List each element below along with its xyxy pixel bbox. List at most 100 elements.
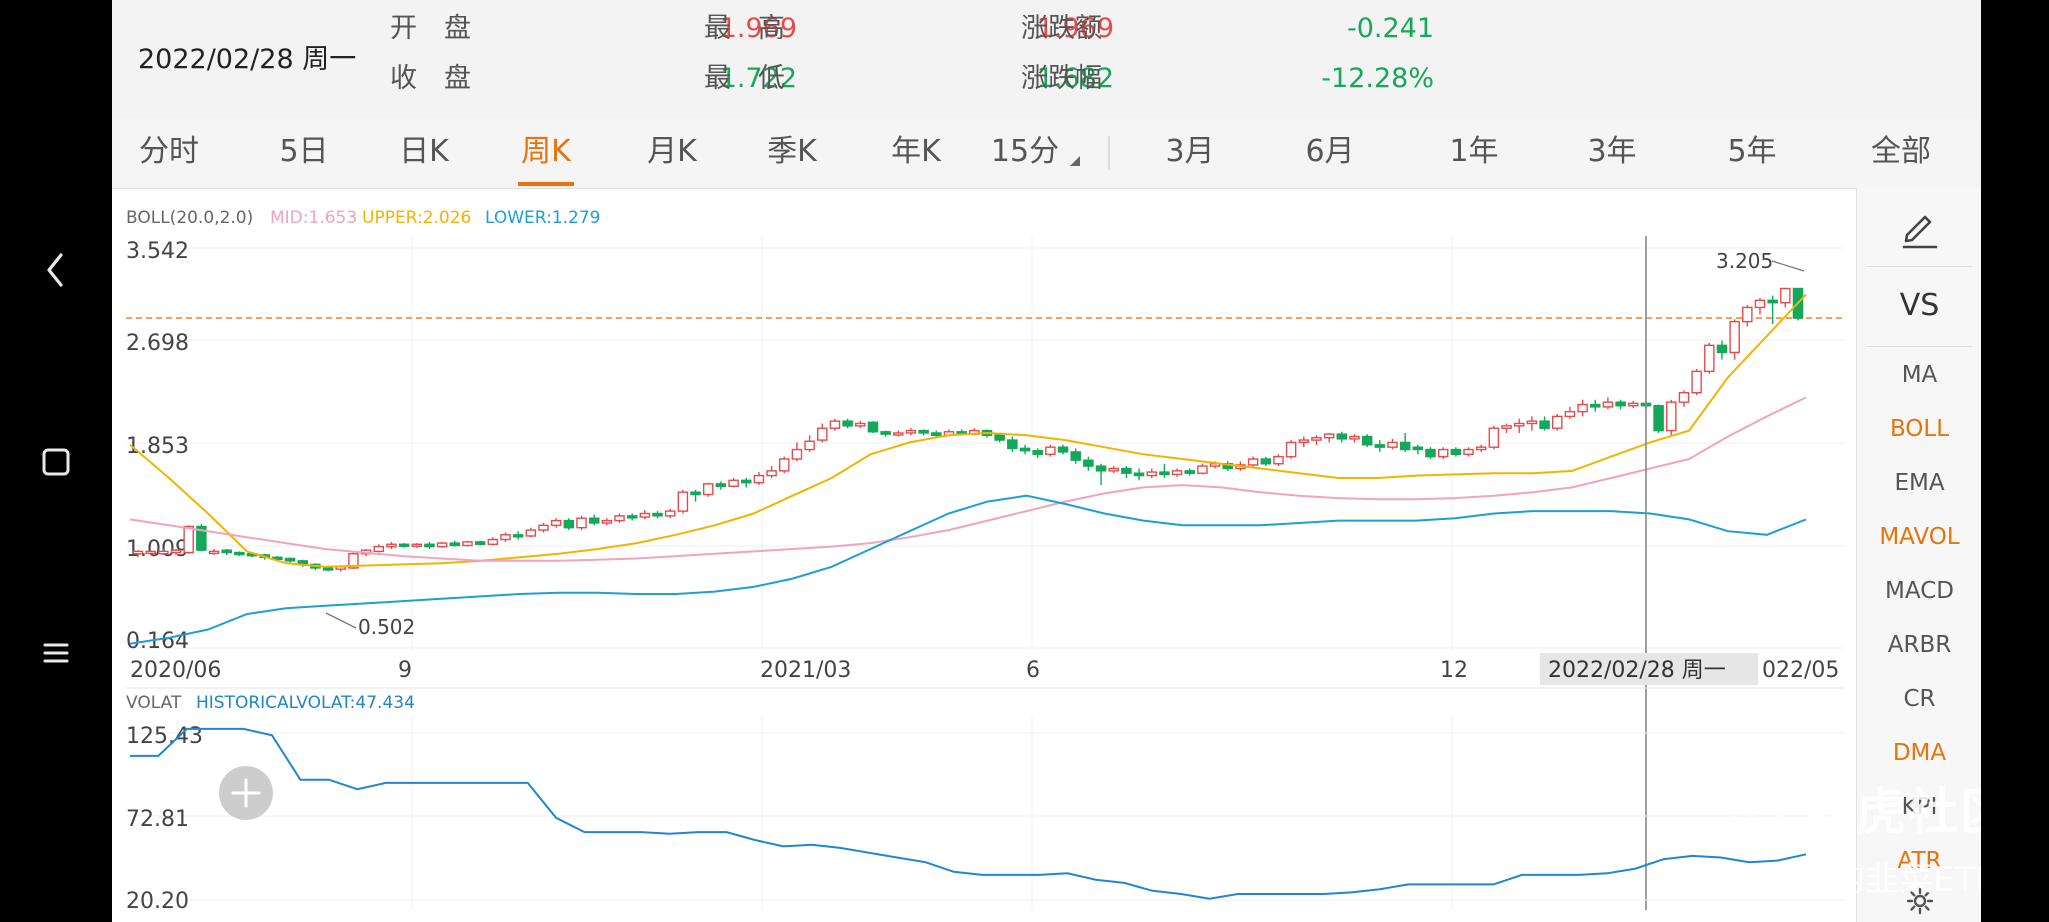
stock-chart-app: 2022/02/28 周一 开 盘 1.969 最 高 1.969 涨跌额 -0… <box>112 0 1981 922</box>
candle-down <box>931 432 942 437</box>
tab-1year[interactable]: 1年 <box>1444 118 1504 188</box>
candle-down <box>1019 447 1031 452</box>
xlabel-3: 6 <box>1026 658 1040 683</box>
indicator-cr[interactable]: CR <box>1857 684 1981 714</box>
candle-up <box>1691 370 1702 394</box>
kline-chart[interactable]: BOLL(20.0,2.0) MID:1.653 UPPER:2.026 LOW… <box>112 188 1856 922</box>
tab-quarterly-k[interactable]: 季K <box>762 118 822 188</box>
tab-daily-k[interactable]: 日K <box>394 118 454 188</box>
candle-up <box>1754 299 1766 309</box>
max-label: 3.205 <box>1716 249 1773 273</box>
candle-up <box>766 470 777 477</box>
indicator-boll[interactable]: BOLL <box>1857 414 1981 444</box>
tab-monthly-k[interactable]: 月K <box>642 118 702 188</box>
candle-down <box>715 483 727 487</box>
tiger-logo-icon <box>1729 777 1785 833</box>
indicator-mavol[interactable]: MAVOL <box>1857 522 1981 552</box>
tab-all[interactable]: 全部 <box>1866 118 1936 188</box>
candle-up <box>829 420 841 429</box>
candle-down <box>398 543 410 547</box>
tab-3month[interactable]: 3月 <box>1160 118 1220 188</box>
candle-up <box>1311 436 1322 441</box>
candle-up <box>702 483 714 496</box>
tab-6month[interactable]: 6月 <box>1300 118 1360 188</box>
home-square-icon <box>42 448 70 476</box>
candle-down <box>424 543 435 548</box>
candle-up <box>1729 320 1740 354</box>
compare-button[interactable]: VS <box>1857 286 1981 326</box>
candle-up <box>576 517 587 529</box>
period-tabs: 分时 5日 日K 周K 月K 季K 年K 15分 3月 6月 1年 3年 5年 … <box>112 118 1981 189</box>
candle-down <box>740 479 752 484</box>
tab-weekly-k[interactable]: 周K <box>518 118 574 188</box>
tab-5day[interactable]: 5日 <box>274 118 334 188</box>
menu-button[interactable] <box>20 617 92 689</box>
volat-value: HISTORICALVOLAT:47.434 <box>196 693 415 713</box>
add-indicator-button[interactable] <box>219 766 273 820</box>
candle-up <box>728 479 739 487</box>
candle-down <box>1159 471 1170 476</box>
candle-up <box>1323 433 1335 439</box>
candle-up <box>487 538 499 545</box>
candle-up <box>778 458 790 472</box>
home-button[interactable] <box>20 426 92 498</box>
candle-up <box>462 541 473 547</box>
candle-up <box>1463 448 1474 455</box>
system-nav-bar <box>0 0 112 922</box>
candle-down <box>563 519 575 529</box>
tab-5year[interactable]: 5年 <box>1722 118 1782 188</box>
candle-up <box>538 524 549 531</box>
indicator-arbr[interactable]: ARBR <box>1857 630 1981 660</box>
candle-up <box>1513 422 1525 427</box>
candle-down <box>1716 344 1728 354</box>
pct-label: 涨跌幅 <box>1021 63 1102 94</box>
candle-up <box>1666 401 1677 432</box>
candle-up <box>1488 427 1500 448</box>
boll-lower: LOWER:1.279 <box>485 208 600 228</box>
crosshair-date: 2022/02/28 周一 <box>1548 658 1726 683</box>
candle-down <box>1057 446 1069 453</box>
max-leader-line <box>1771 260 1805 272</box>
tab-intraday[interactable]: 分时 <box>134 118 204 188</box>
draw-tool-button[interactable] <box>1894 202 1944 256</box>
sub-ytick-2: 20.20 <box>126 889 189 914</box>
candle-up <box>1171 470 1183 476</box>
indicator-macd[interactable]: MACD <box>1857 576 1981 606</box>
candle-down <box>1450 448 1462 455</box>
candle-up <box>1197 465 1208 474</box>
candle-up <box>1526 420 1538 425</box>
candle-down <box>1007 439 1018 450</box>
candle-up <box>411 543 423 547</box>
indicator-ma[interactable]: MA <box>1857 360 1981 390</box>
candle-up <box>1678 392 1690 403</box>
change-value: -0.241 <box>1346 13 1434 44</box>
tab-15min[interactable]: 15分 <box>990 118 1060 188</box>
candle-up <box>1501 425 1512 429</box>
candle-up <box>1551 415 1563 429</box>
candle-up <box>753 474 765 484</box>
candle-up <box>1045 446 1056 455</box>
candle-down <box>322 567 334 571</box>
candle-up <box>1475 446 1487 451</box>
indicator-dma[interactable]: DMA <box>1857 738 1981 768</box>
back-button[interactable] <box>20 234 92 306</box>
subchart-grid <box>126 716 1844 910</box>
indicator-ema[interactable]: EMA <box>1857 468 1981 498</box>
dropdown-triangle-icon[interactable] <box>1068 154 1082 168</box>
candle-down <box>1589 403 1601 408</box>
candle-up <box>158 550 169 555</box>
candle-down <box>1121 467 1132 474</box>
min-leader-line <box>325 612 357 629</box>
volat-name: VOLAT <box>126 693 182 713</box>
candle-up <box>639 512 651 518</box>
chart-grid <box>126 236 1844 650</box>
watermark-user: @冷静的韭菜ETF <box>1729 860 1981 900</box>
tab-yearly-k[interactable]: 年K <box>886 118 946 188</box>
open-label: 开 盘 <box>390 13 471 44</box>
candle-up <box>1285 441 1297 458</box>
candle-down <box>1361 435 1373 446</box>
candle-down <box>1336 433 1348 440</box>
candle-up <box>145 550 156 555</box>
sub-ytick-1: 72.81 <box>126 807 189 832</box>
tab-3year[interactable]: 3年 <box>1582 118 1642 188</box>
